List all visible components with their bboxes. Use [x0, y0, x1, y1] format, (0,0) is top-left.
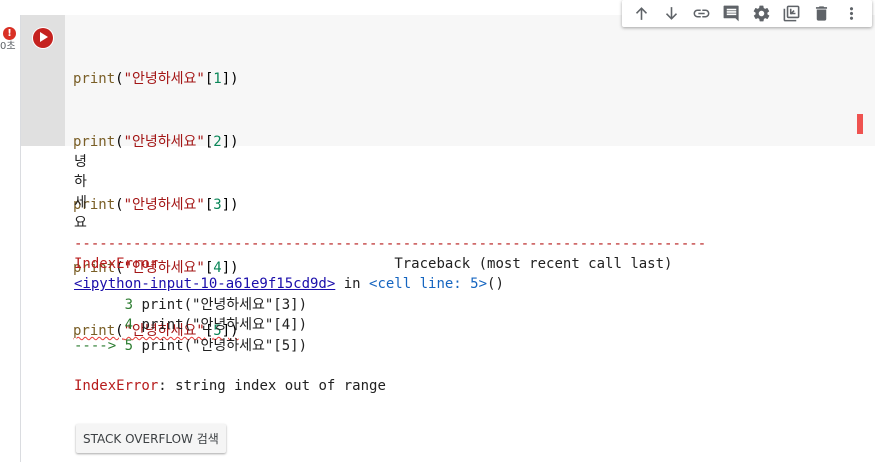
- play-icon: [40, 32, 48, 42]
- frame-rest: [4]): [273, 317, 308, 334]
- run-cell-button[interactable]: [32, 27, 54, 49]
- error-line-marker: [857, 114, 863, 134]
- cell-output: 녕 하 세 요 --------------------------------…: [74, 152, 864, 397]
- move-down-button[interactable]: [656, 0, 686, 27]
- frame-string: "안녕하세요": [192, 337, 274, 354]
- frame-code: print(: [133, 337, 193, 354]
- search-stack-overflow-button[interactable]: STACK OVERFLOW 검색: [76, 424, 226, 453]
- frame-lineno: 3: [124, 296, 134, 313]
- location-paren: (): [487, 276, 504, 293]
- code-punct: (: [115, 134, 124, 150]
- final-error: IndexError: string index out of range: [74, 376, 864, 396]
- traceback-separator: ----------------------------------------…: [74, 235, 707, 252]
- code-fn: print: [73, 134, 116, 150]
- left-gutter: [0, 0, 20, 462]
- frame-lineno: 5: [124, 337, 134, 354]
- error-status-icon[interactable]: !: [3, 27, 16, 40]
- frame-arrow: [74, 297, 125, 313]
- cell-settings-button[interactable]: [746, 0, 776, 27]
- frame-string: "안녕하세요": [192, 296, 274, 313]
- frame-lineno: 4: [124, 317, 134, 334]
- frame-arrow: [74, 317, 125, 333]
- traceback-title: Traceback (most recent call last): [394, 255, 673, 272]
- more-vert-icon: [849, 7, 853, 20]
- move-up-button[interactable]: [626, 0, 656, 27]
- final-error-message: : string index out of range: [158, 378, 386, 395]
- add-comment-button[interactable]: [716, 0, 746, 27]
- traceback-frame: 4 print("안녕하세요"[4]): [74, 315, 864, 335]
- more-actions-button[interactable]: [836, 0, 866, 27]
- frame-rest: [5]): [273, 337, 308, 354]
- frame-code: print(: [133, 296, 193, 313]
- code-punct: ]): [221, 71, 239, 87]
- ipython-input-link[interactable]: <ipython-input-10-a61e9f15cd9d>: [74, 276, 335, 292]
- error-name: IndexError: [74, 255, 159, 272]
- delete-cell-button[interactable]: [806, 0, 836, 27]
- arrow-up-icon: [635, 7, 647, 20]
- stdout-line: 세: [74, 194, 87, 211]
- comment-icon: [723, 5, 739, 22]
- code-fn: print: [73, 71, 116, 87]
- arrow-down-icon: [665, 7, 677, 20]
- code-string: "안녕하세요": [123, 134, 205, 150]
- traceback-header: IndexError Traceback (most recent call l…: [74, 254, 864, 274]
- mirror-cell-icon: [783, 5, 799, 22]
- code-punct: ]): [221, 134, 239, 150]
- frame-string: "안녕하세요": [192, 317, 274, 334]
- stdout-line: 요: [74, 215, 87, 232]
- code-number: 1: [213, 71, 222, 87]
- stdout-line: 하: [74, 174, 87, 191]
- cell-toolbar: [622, 0, 872, 27]
- stdout-line: 녕: [74, 154, 87, 170]
- code-string: "안녕하세요": [123, 71, 205, 87]
- traceback-location: <ipython-input-10-a61e9f15cd9d> in <cell…: [74, 274, 864, 294]
- final-error-name: IndexError: [74, 378, 159, 395]
- code-line-1[interactable]: print("안녕하세요"[1]): [73, 69, 239, 90]
- execution-time-label: 0초: [0, 41, 16, 52]
- code-editor[interactable]: print("안녕하세요"[1]) print("안녕하세요"[2]) prin…: [65, 15, 875, 339]
- link-icon: [693, 9, 709, 18]
- code-line-2[interactable]: print("안녕하세요"[2]): [73, 132, 239, 153]
- gear-icon: [753, 5, 769, 22]
- code-number: 2: [213, 134, 222, 150]
- frame-arrow: ---->: [74, 337, 125, 354]
- traceback-frame: 3 print("안녕하세요"[3]): [74, 295, 864, 315]
- mirror-cell-button[interactable]: [776, 0, 806, 27]
- header-spacer: [158, 256, 394, 272]
- cell-line-ref: <cell line: 5>: [369, 276, 488, 293]
- trash-icon: [815, 6, 827, 21]
- code-punct: (: [115, 71, 124, 87]
- frame-rest: [3]): [273, 296, 308, 313]
- copy-link-button[interactable]: [686, 0, 716, 27]
- location-in: in: [335, 276, 370, 293]
- traceback-frame-current: ----> 5 print("안녕하세요"[5]): [74, 336, 864, 356]
- frame-code: print(: [133, 317, 193, 334]
